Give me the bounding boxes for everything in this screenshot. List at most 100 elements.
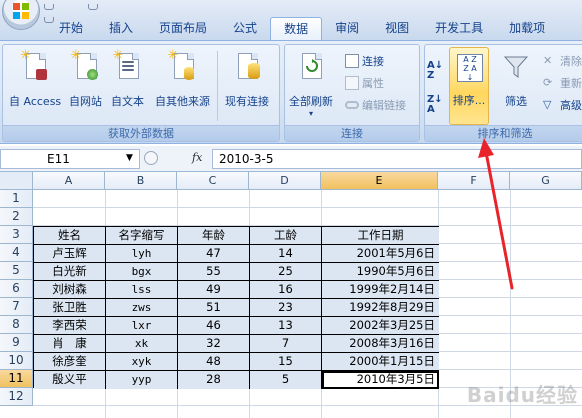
name-box[interactable]: E11	[0, 149, 140, 169]
column-header-a[interactable]: A	[33, 172, 105, 190]
row-header-2[interactable]: 2	[0, 208, 33, 226]
table-cell[interactable]: 卢玉辉	[34, 245, 106, 263]
row-header-8[interactable]: 8	[0, 316, 33, 334]
row-header-11[interactable]: 11	[0, 370, 33, 388]
advanced-filter-button[interactable]: ▽ 高级	[543, 97, 582, 113]
table-cell[interactable]: lss	[106, 281, 178, 299]
table-cell[interactable]: 1992年8月29日	[322, 299, 439, 317]
sort-ascending-button[interactable]: A↓ Z	[427, 61, 443, 81]
row-header-6[interactable]: 6	[0, 280, 33, 298]
table-cell[interactable]: 32	[178, 335, 250, 353]
table-cell[interactable]: 刘树森	[34, 281, 106, 299]
name-box-dropdown-icon[interactable]: ▼	[126, 153, 133, 163]
table-cell[interactable]: 46	[178, 317, 250, 335]
table-cell[interactable]: 2001年5月6日	[322, 245, 439, 263]
table-cell[interactable]: 55	[178, 263, 250, 281]
column-header-e[interactable]: E	[321, 172, 438, 190]
from-web-button[interactable]: ✳ 自网站	[69, 49, 102, 109]
header-cell-work-date[interactable]: 工作日期	[322, 227, 439, 245]
from-other-sources-button[interactable]: ✳ 自其他来源	[155, 49, 210, 109]
header-cell-initials[interactable]: 名字缩写	[106, 227, 178, 245]
from-access-button[interactable]: ✳ 自 Access	[9, 49, 61, 109]
edit-links-button[interactable]: 编辑链接	[345, 97, 406, 113]
active-cell-e11[interactable]: 2010年3月5日	[322, 371, 439, 389]
table-cell[interactable]: 28	[178, 371, 250, 389]
row-header-4[interactable]: 4	[0, 244, 33, 262]
table-cell[interactable]: bgx	[106, 263, 178, 281]
header-cell-name[interactable]: 姓名	[34, 227, 106, 245]
table-cell[interactable]: lyh	[106, 245, 178, 263]
row-header-1[interactable]: 1	[0, 190, 33, 208]
existing-connections-button[interactable]: 现有连接	[225, 49, 269, 109]
select-all-corner[interactable]	[0, 172, 33, 190]
clear-filter-button[interactable]: ✕ 清除	[543, 53, 582, 69]
formula-controls: fx	[142, 149, 206, 169]
table-cell[interactable]: 2000年1月15日	[322, 353, 439, 371]
table-cell[interactable]: 2002年3月25日	[322, 317, 439, 335]
row-header-5[interactable]: 5	[0, 262, 33, 280]
filter-button[interactable]: 筛选	[501, 49, 531, 109]
table-cell[interactable]: 15	[250, 353, 322, 371]
from-text-button[interactable]: ✳ 自文本	[111, 49, 144, 109]
column-header-b[interactable]: B	[105, 172, 177, 190]
table-cell[interactable]: 51	[178, 299, 250, 317]
tab-review[interactable]: 审阅	[322, 17, 372, 40]
row-header-12[interactable]: 12	[0, 388, 33, 406]
table-cell[interactable]: 47	[178, 245, 250, 263]
tab-formulas[interactable]: 公式	[220, 17, 270, 40]
table-cell[interactable]: zws	[106, 299, 178, 317]
row-header-10[interactable]: 10	[0, 352, 33, 370]
table-cell[interactable]: 16	[250, 281, 322, 299]
row-header-3[interactable]: 3	[0, 226, 33, 244]
reapply-button[interactable]: ⟳ 重新	[543, 75, 582, 91]
table-cell[interactable]: 48	[178, 353, 250, 371]
table-cell[interactable]: 13	[250, 317, 322, 335]
column-header-f[interactable]: F	[438, 172, 510, 190]
row-header-9[interactable]: 9	[0, 334, 33, 352]
table-cell[interactable]: 25	[250, 263, 322, 281]
table-cell[interactable]: 殷义平	[34, 371, 106, 389]
tab-developer[interactable]: 开发工具	[422, 17, 496, 40]
sort-descending-button[interactable]: Z↓ A	[427, 95, 443, 115]
table-cell[interactable]: 徐彦奎	[34, 353, 106, 371]
table-cell[interactable]: 肖 康	[34, 335, 106, 353]
table-cell[interactable]: 李西荣	[34, 317, 106, 335]
column-header-d[interactable]: D	[249, 172, 321, 190]
row-header-7[interactable]: 7	[0, 298, 33, 316]
tab-home[interactable]: 开始	[46, 17, 96, 40]
tab-data[interactable]: 数据	[270, 17, 323, 40]
refresh-all-button[interactable]: 全部刷新 ▾	[289, 49, 333, 118]
tab-page-layout[interactable]: 页面布局	[146, 17, 220, 40]
table-cell[interactable]: 1990年5月6日	[322, 263, 439, 281]
tab-view[interactable]: 视图	[372, 17, 422, 40]
table-cell[interactable]: lxr	[106, 317, 178, 335]
connections-button[interactable]: 连接	[345, 53, 384, 69]
sort-button[interactable]: A ZZ A ↓ 排序...	[449, 47, 489, 125]
table-cell[interactable]: 7	[250, 335, 322, 353]
table-cell[interactable]: 2008年3月16日	[322, 335, 439, 353]
table-cell[interactable]: 14	[250, 245, 322, 263]
tab-insert[interactable]: 插入	[96, 17, 146, 40]
insert-function-button[interactable]: fx	[192, 151, 202, 164]
table-cell[interactable]: xk	[106, 335, 178, 353]
table-cell[interactable]: 23	[250, 299, 322, 317]
header-cell-seniority[interactable]: 工龄	[250, 227, 322, 245]
properties-button[interactable]: 属性	[345, 75, 384, 91]
formula-input[interactable]: 2010-3-5	[212, 149, 582, 169]
header-cell-age[interactable]: 年龄	[178, 227, 250, 245]
table-cell[interactable]: 1999年2月14日	[322, 281, 439, 299]
office-button[interactable]	[2, 0, 40, 30]
formula-cancel-icon[interactable]	[144, 151, 158, 165]
column-header-g[interactable]: G	[510, 172, 582, 190]
table-cell[interactable]: 张卫胜	[34, 299, 106, 317]
qat-undo-icon[interactable]	[44, 4, 54, 10]
table-cell[interactable]: 5	[250, 371, 322, 389]
table-cell[interactable]: xyk	[106, 353, 178, 371]
qat-redo-icon[interactable]	[87, 4, 98, 10]
column-header-c[interactable]: C	[177, 172, 249, 190]
table-cell[interactable]: 49	[178, 281, 250, 299]
table-cell[interactable]: yyp	[106, 371, 178, 389]
table-cell[interactable]: 白光新	[34, 263, 106, 281]
refresh-dropdown-icon[interactable]: ▾	[309, 109, 313, 118]
tab-addins[interactable]: 加载项	[496, 17, 558, 40]
